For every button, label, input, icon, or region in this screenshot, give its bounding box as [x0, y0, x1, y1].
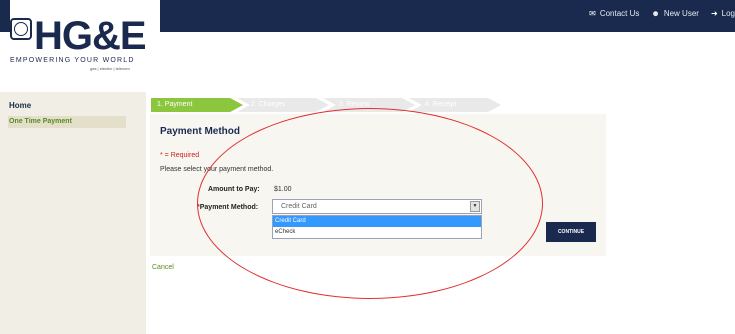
step-review: 3. Review [323, 98, 415, 112]
step-payment: 1. Payment [151, 98, 243, 112]
sidebar-item-label: One Time Payment [9, 118, 72, 125]
payment-method-select[interactable]: Credit Card ▼ [272, 199, 482, 214]
selected-value: Credit Card [281, 203, 317, 210]
payment-method-panel: Payment Method * = Required Please selec… [150, 114, 606, 256]
login-icon: ➜ [710, 8, 718, 18]
sidebar: Home One Time Payment [0, 92, 146, 334]
amount-label: Amount to Pay: [208, 186, 260, 193]
step-receipt: 4. Receipt [409, 98, 501, 112]
header-links: ✉ Contact Us ☻ New User ➜ Log [589, 9, 735, 18]
company-logo[interactable]: HG&E EMPOWERING YOUR WORLD gas | electri… [10, 0, 160, 80]
contact-us-link[interactable]: ✉ Contact Us [589, 9, 639, 18]
option-echeck[interactable]: eCheck [273, 227, 481, 238]
step-charges: 2. Charges [237, 98, 329, 112]
logo-tagline: EMPOWERING YOUR WORLD [10, 57, 135, 64]
envelope-icon: ✉ [589, 8, 596, 18]
required-note: * = Required [160, 152, 200, 159]
page-title: Payment Method [160, 126, 241, 137]
option-credit-card[interactable]: Credit Card [273, 216, 481, 227]
amount-value: $1.00 [274, 186, 292, 193]
continue-button[interactable]: CONTINUE [546, 222, 596, 242]
progress-steps: 1. Payment 2. Charges 3. Review 4. Recei… [151, 98, 511, 112]
user-icon: ☻ [651, 8, 660, 18]
contact-us-label: Contact Us [599, 9, 640, 18]
cancel-link[interactable]: Cancel [152, 264, 174, 271]
payment-method-label-text: Payment Method: [199, 204, 259, 211]
login-label: Log [721, 9, 735, 18]
instructions-text: Please select your payment method. [160, 166, 274, 173]
payment-method-dropdown: Credit Card eCheck [272, 215, 482, 239]
sidebar-item-home[interactable]: Home [9, 101, 31, 110]
chevron-down-icon[interactable]: ▼ [470, 201, 480, 212]
logo-subline: gas | electric | telecom [90, 66, 130, 71]
new-user-link[interactable]: ☻ New User [651, 9, 699, 18]
sidebar-item-one-time-payment[interactable]: One Time Payment [8, 116, 126, 128]
payment-method-label: *Payment Method: [197, 204, 258, 211]
login-link[interactable]: ➜ Log [711, 9, 735, 18]
new-user-label: New User [663, 9, 699, 18]
globe-icon [10, 18, 32, 40]
logo-wordmark: HG&E [34, 14, 147, 58]
